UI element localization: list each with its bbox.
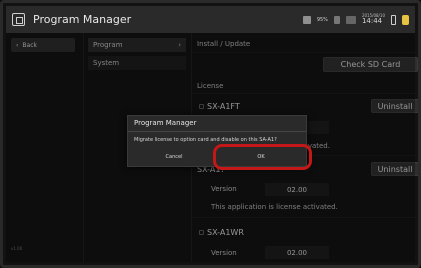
app-window: Program Manager 95% 2015/08/10 14:44 ‹ B… [0,0,421,268]
confirm-dialog: Program Manager Migrate license to optio… [127,115,307,167]
dialog-message: Migrate license to option card and disab… [134,137,277,143]
program-manager-icon [12,13,25,26]
power-icon [402,14,409,25]
dialog-divider [128,131,306,132]
dialog-title: Program Manager [134,119,197,127]
signal-icon [333,15,340,24]
time-text: 14:44 [361,17,383,25]
storage-icon [302,15,311,24]
title-bar: Program Manager 95% 2015/08/10 14:44 [6,6,415,33]
battery-percent: 95% [316,16,328,23]
clock: 2015/08/10 14:44 [362,14,385,25]
ok-button[interactable]: OK [223,151,299,163]
network-icon [345,15,356,24]
app-title: Program Manager [33,13,132,26]
status-area: 95% 2015/08/10 14:44 [302,14,409,25]
cancel-button[interactable]: Cancel [136,151,212,163]
battery-icon [391,14,396,25]
